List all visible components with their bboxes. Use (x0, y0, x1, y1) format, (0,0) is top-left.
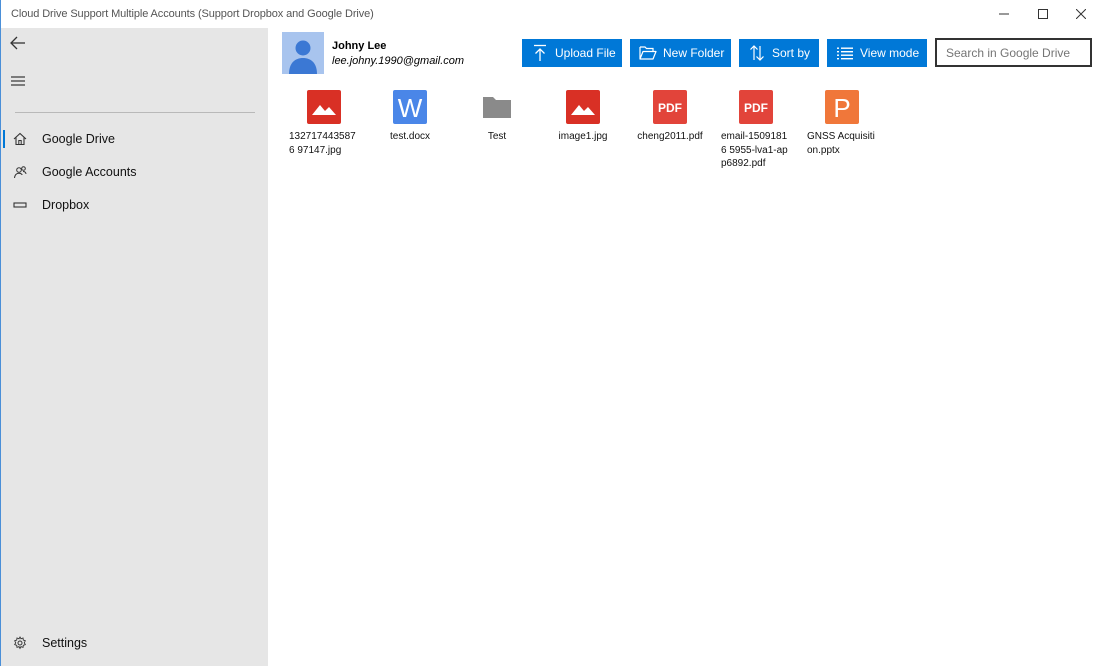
close-icon (1076, 9, 1086, 19)
hamburger-menu-button[interactable] (9, 72, 29, 92)
accounts-icon (12, 164, 28, 180)
file-item[interactable]: image1.jpg (540, 88, 626, 144)
file-item[interactable]: 1327174435876 97147.jpg (281, 88, 367, 157)
back-button[interactable] (9, 34, 29, 54)
maximize-icon (1038, 9, 1048, 19)
folder-open-icon (638, 43, 658, 63)
upload-file-button[interactable]: Upload File (522, 39, 622, 67)
folder-item[interactable]: Test (454, 88, 540, 144)
svg-text:PDF: PDF (744, 101, 768, 115)
image-file-icon (566, 90, 600, 124)
list-view-icon (835, 43, 855, 63)
file-name: email-15091816 5955-lva1-app6892.pdf (721, 131, 788, 169)
back-arrow-icon (10, 36, 25, 50)
powerpoint-file-icon: P (825, 90, 859, 124)
word-file-icon: W (393, 90, 427, 124)
hamburger-icon (11, 76, 25, 86)
image-file-icon (307, 90, 341, 124)
file-name: cheng2011.pdf (637, 131, 703, 142)
maximize-button[interactable] (1024, 0, 1062, 28)
search-input[interactable] (935, 38, 1092, 67)
dropbox-icon (12, 197, 28, 213)
pdf-file-icon: PDF (739, 90, 773, 124)
sidebar-divider (15, 112, 255, 113)
file-name: image1.jpg (558, 131, 608, 142)
user-email: lee.johny.1990@gmail.com (332, 55, 465, 67)
file-item[interactable]: PDF cheng2011.pdf (627, 88, 713, 144)
pdf-file-icon: PDF (653, 90, 687, 124)
file-name: 1327174435876 97147.jpg (289, 131, 356, 156)
file-item[interactable]: W test.docx (367, 88, 453, 144)
svg-text:P: P (833, 93, 850, 123)
sort-by-label: Sort by (772, 46, 811, 60)
sidebar-item-label: Dropbox (42, 198, 90, 212)
upload-file-label: Upload File (555, 46, 616, 60)
sidebar-item-dropbox[interactable]: Dropbox (1, 190, 268, 220)
folder-icon (480, 90, 514, 124)
minimize-button[interactable] (985, 0, 1023, 28)
user-name: Johny Lee (332, 40, 387, 52)
svg-text:PDF: PDF (658, 101, 682, 115)
new-folder-label: New Folder (663, 46, 725, 60)
file-item[interactable]: PDF email-15091816 5955-lva1-app6892.pdf (713, 88, 799, 171)
file-item[interactable]: P GNSS Acquisition.pptx (799, 88, 885, 157)
file-name: test.docx (389, 131, 431, 142)
window-title: Cloud Drive Support Multiple Accounts (S… (11, 8, 374, 20)
sort-by-button[interactable]: Sort by (739, 39, 819, 67)
svg-text:W: W (398, 93, 423, 123)
sidebar-item-label: Google Accounts (42, 165, 137, 179)
user-avatar-icon (289, 40, 317, 74)
minimize-icon (999, 13, 1009, 15)
sort-icon (747, 43, 767, 63)
view-mode-button[interactable]: View mode (827, 39, 927, 67)
sidebar: Google Drive Google Accounts Dropbox Set… (1, 28, 268, 666)
title-bar: Cloud Drive Support Multiple Accounts (S… (1, 0, 1100, 28)
sidebar-item-google-accounts[interactable]: Google Accounts (1, 157, 268, 187)
view-mode-label: View mode (860, 46, 920, 60)
avatar (282, 32, 324, 74)
upload-icon (530, 43, 550, 63)
file-name: GNSS Acquisition.pptx (807, 131, 875, 156)
gear-icon (12, 635, 28, 651)
main-content: Johny Lee lee.johny.1990@gmail.com Uploa… (268, 28, 1100, 666)
folder-name: Test (487, 131, 507, 142)
sidebar-item-label: Google Drive (42, 132, 115, 146)
settings-label: Settings (42, 636, 88, 650)
home-icon (12, 131, 28, 147)
close-button[interactable] (1062, 0, 1100, 28)
sidebar-item-google-drive[interactable]: Google Drive (1, 124, 268, 154)
new-folder-button[interactable]: New Folder (630, 39, 731, 67)
app-window: Cloud Drive Support Multiple Accounts (S… (0, 0, 1100, 666)
sidebar-item-settings[interactable]: Settings (1, 628, 268, 658)
